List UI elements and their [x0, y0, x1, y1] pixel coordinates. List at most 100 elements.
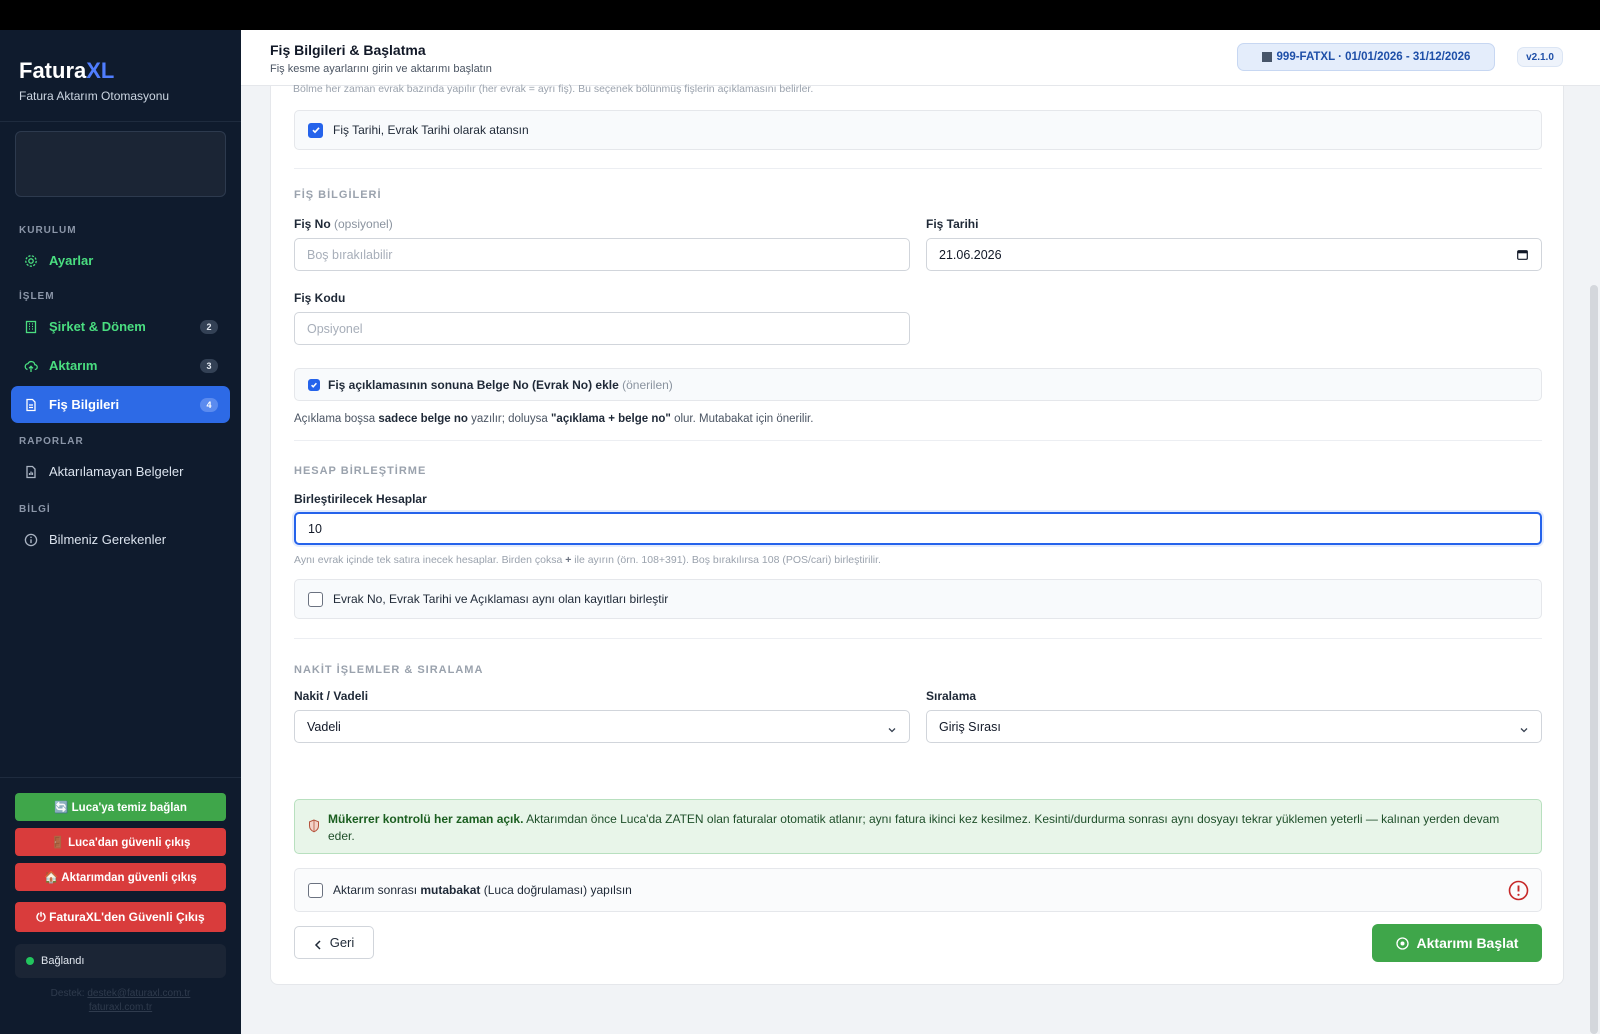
section-title-fis: FİŞ BİLGİLERİ [294, 189, 382, 201]
belge-no-label: Fiş açıklamasının sonuna Belge No (Evrak… [328, 377, 619, 392]
contact-email-link[interactable]: destek@faturaxl.com.tr [87, 988, 190, 999]
warning-icon[interactable] [1508, 880, 1529, 901]
window-top-bar [0, 0, 1600, 30]
fis-kodu-input[interactable] [294, 312, 910, 345]
brand-logo: FaturaXL [19, 58, 115, 83]
scrollbar-thumb[interactable] [1590, 285, 1598, 1034]
luca-connect-button[interactable]: 🔄 Luca'ya temiz bağlan [15, 793, 226, 821]
birlestir-input[interactable] [294, 512, 1542, 545]
section-title-nakit: NAKİT İŞLEMLER & SIRALAMA [294, 664, 484, 676]
sidebar-item-aktarim[interactable]: Aktarım 3 [11, 347, 230, 384]
page-subtitle: Fiş kesme ayarlarını girin ve aktarımı b… [270, 63, 492, 75]
status-dot-icon [26, 957, 34, 965]
contact-prefix: Destek: [50, 988, 85, 999]
page-header: Fiş Bilgileri & Başlatma Fiş kesme ayarl… [241, 30, 1600, 86]
version-badge: v2.1.0 [1517, 47, 1563, 67]
section-label-kurulum: KURULUM [19, 225, 77, 236]
section-label-bilgi: BİLGİ [19, 504, 51, 515]
sidebar-item-label: Ayarlar [49, 253, 94, 268]
date-assign-label: Fiş Tarihi, Evrak Tarihi olarak atansın [333, 123, 529, 137]
nakit-select[interactable]: Vadeli [294, 710, 910, 743]
merge-same-checkbox[interactable] [308, 591, 323, 607]
start-transfer-label: Aktarımı Başlat [1416, 935, 1519, 951]
fis-no-label: Fiş No (opsiyonel) [294, 217, 393, 231]
chevron-down-icon [887, 723, 897, 733]
building-icon [24, 320, 38, 334]
date-assign-option[interactable]: Fiş Tarihi, Evrak Tarihi olarak atansın [294, 110, 1542, 150]
section-label-raporlar: RAPORLAR [19, 436, 84, 447]
step-badge: 2 [200, 319, 218, 334]
back-button[interactable]: Geri [294, 926, 374, 959]
belge-no-help: Açıklama boşsa sadece belge no yazılır; … [294, 413, 814, 425]
building-icon [1261, 52, 1272, 62]
duplicate-check-notice: Mükerrer kontrolü her zaman açık. Aktarı… [294, 799, 1542, 854]
section-title-hesap: HESAP BİRLEŞTİRME [294, 465, 427, 477]
sidebar-item-label: Bilmeniz Gerekenler [49, 532, 167, 547]
merge-same-option[interactable]: Evrak No, Evrak Tarihi ve Açıklaması ayn… [294, 579, 1542, 619]
sidebar-item-label: Şirket & Dönem [49, 319, 146, 334]
section-label-islem: İŞLEM [19, 291, 55, 302]
mutabakat-option[interactable]: Aktarım sonrası mutabakat (Luca doğrulam… [294, 868, 1542, 912]
merge-same-label: Evrak No, Evrak Tarihi ve Açıklaması ayn… [333, 592, 669, 606]
belge-no-suffix: (önerilen) [622, 377, 673, 392]
shield-icon [308, 819, 320, 833]
luca-exit-button[interactable]: 🚪 Luca'dan güvenli çıkış [15, 828, 226, 856]
gear-icon [24, 254, 38, 268]
transfer-exit-button[interactable]: 🏠 Aktarımdan güvenli çıkış [15, 863, 226, 891]
sidebar-item-bilmeniz-gerekenler[interactable]: Bilmeniz Gerekenler [11, 521, 230, 558]
back-button-label: Geri [329, 935, 355, 950]
info-icon [24, 533, 38, 547]
siralama-select[interactable]: Giriş Sırası [926, 710, 1542, 743]
sidebar-item-label: Fiş Bilgileri [49, 397, 120, 412]
calendar-icon[interactable] [1517, 249, 1528, 260]
sidebar-divider [0, 121, 241, 122]
belge-no-option[interactable]: Fiş açıklamasının sonuna Belge No (Evrak… [294, 368, 1542, 401]
belge-no-checkbox[interactable] [308, 378, 320, 391]
sidebar-info-box [15, 131, 226, 197]
fis-tarihi-input[interactable]: 21.06.2026 [926, 238, 1542, 271]
chevron-left-icon [314, 938, 322, 950]
sidebar-item-label: Aktarım [49, 358, 98, 373]
sidebar-item-ayarlar[interactable]: Ayarlar [11, 242, 230, 279]
company-period-chip[interactable]: 999-FATXL · 01/01/2026 - 31/12/2026 [1237, 43, 1495, 71]
sidebar-item-fis-bilgileri[interactable]: Fiş Bilgileri 4 [11, 386, 230, 423]
fis-tarihi-value: 21.06.2026 [939, 247, 1002, 262]
section-divider [294, 440, 1542, 441]
report-icon [24, 465, 38, 479]
connection-status: Bağlandı [15, 944, 226, 978]
step-badge: 3 [200, 358, 218, 373]
mutabakat-checkbox[interactable] [308, 882, 323, 898]
sidebar-divider [0, 777, 241, 778]
date-assign-checkbox[interactable] [308, 122, 323, 138]
company-period-label: 999-FATXL · 01/01/2026 - 31/12/2026 [1276, 51, 1471, 63]
siralama-label: Sıralama [926, 689, 977, 703]
mutabakat-label: Aktarım sonrası mutabakat (Luca doğrulam… [333, 883, 632, 897]
step-badge: 4 [200, 397, 218, 412]
page-title: Fiş Bilgileri & Başlatma [270, 42, 426, 58]
connection-status-label: Bağlandı [41, 955, 85, 967]
contact-info: Destek: destek@faturaxl.com.tr faturaxl.… [15, 987, 226, 1015]
brand-subtitle: Fatura Aktarım Otomasyonu [19, 89, 170, 103]
fis-no-input[interactable] [294, 238, 910, 271]
section-divider [294, 638, 1542, 639]
sidebar-item-aktarilamayan-belgeler[interactable]: Aktarılamayan Belgeler [11, 453, 230, 490]
sidebar-item-label: Aktarılamayan Belgeler [49, 464, 184, 479]
upload-cloud-icon [24, 359, 38, 373]
birlestir-label: Birleştirilecek Hesaplar [294, 492, 427, 506]
chevron-down-icon [1519, 723, 1529, 733]
sidebar: FaturaXL Fatura Aktarım Otomasyonu KURUL… [0, 30, 241, 1034]
document-icon [24, 398, 38, 412]
section-divider [294, 168, 1542, 169]
app-exit-button[interactable]: ⏻ FaturaXL'den Güvenli Çıkış [15, 902, 226, 932]
birlestir-help: Aynı evrak içinde tek satıra inecek hesa… [294, 554, 881, 566]
fis-tarihi-label: Fiş Tarihi [926, 217, 979, 231]
fis-kodu-label: Fiş Kodu [294, 291, 346, 305]
contact-site-link[interactable]: faturaxl.com.tr [89, 1002, 152, 1013]
sidebar-item-sirket-donem[interactable]: Şirket & Dönem 2 [11, 308, 230, 345]
split-note: Bölme her zaman evrak bazında yapılır (h… [293, 83, 814, 95]
duplicate-check-text: Mükerrer kontrolü her zaman açık. Aktarı… [328, 812, 1500, 843]
start-transfer-button[interactable]: Aktarımı Başlat [1372, 924, 1542, 962]
play-circle-icon [1395, 936, 1409, 950]
settings-card: Bölme her zaman evrak bazında yapılır (h… [270, 83, 1564, 985]
nakit-selected-value: Vadeli [307, 719, 341, 734]
